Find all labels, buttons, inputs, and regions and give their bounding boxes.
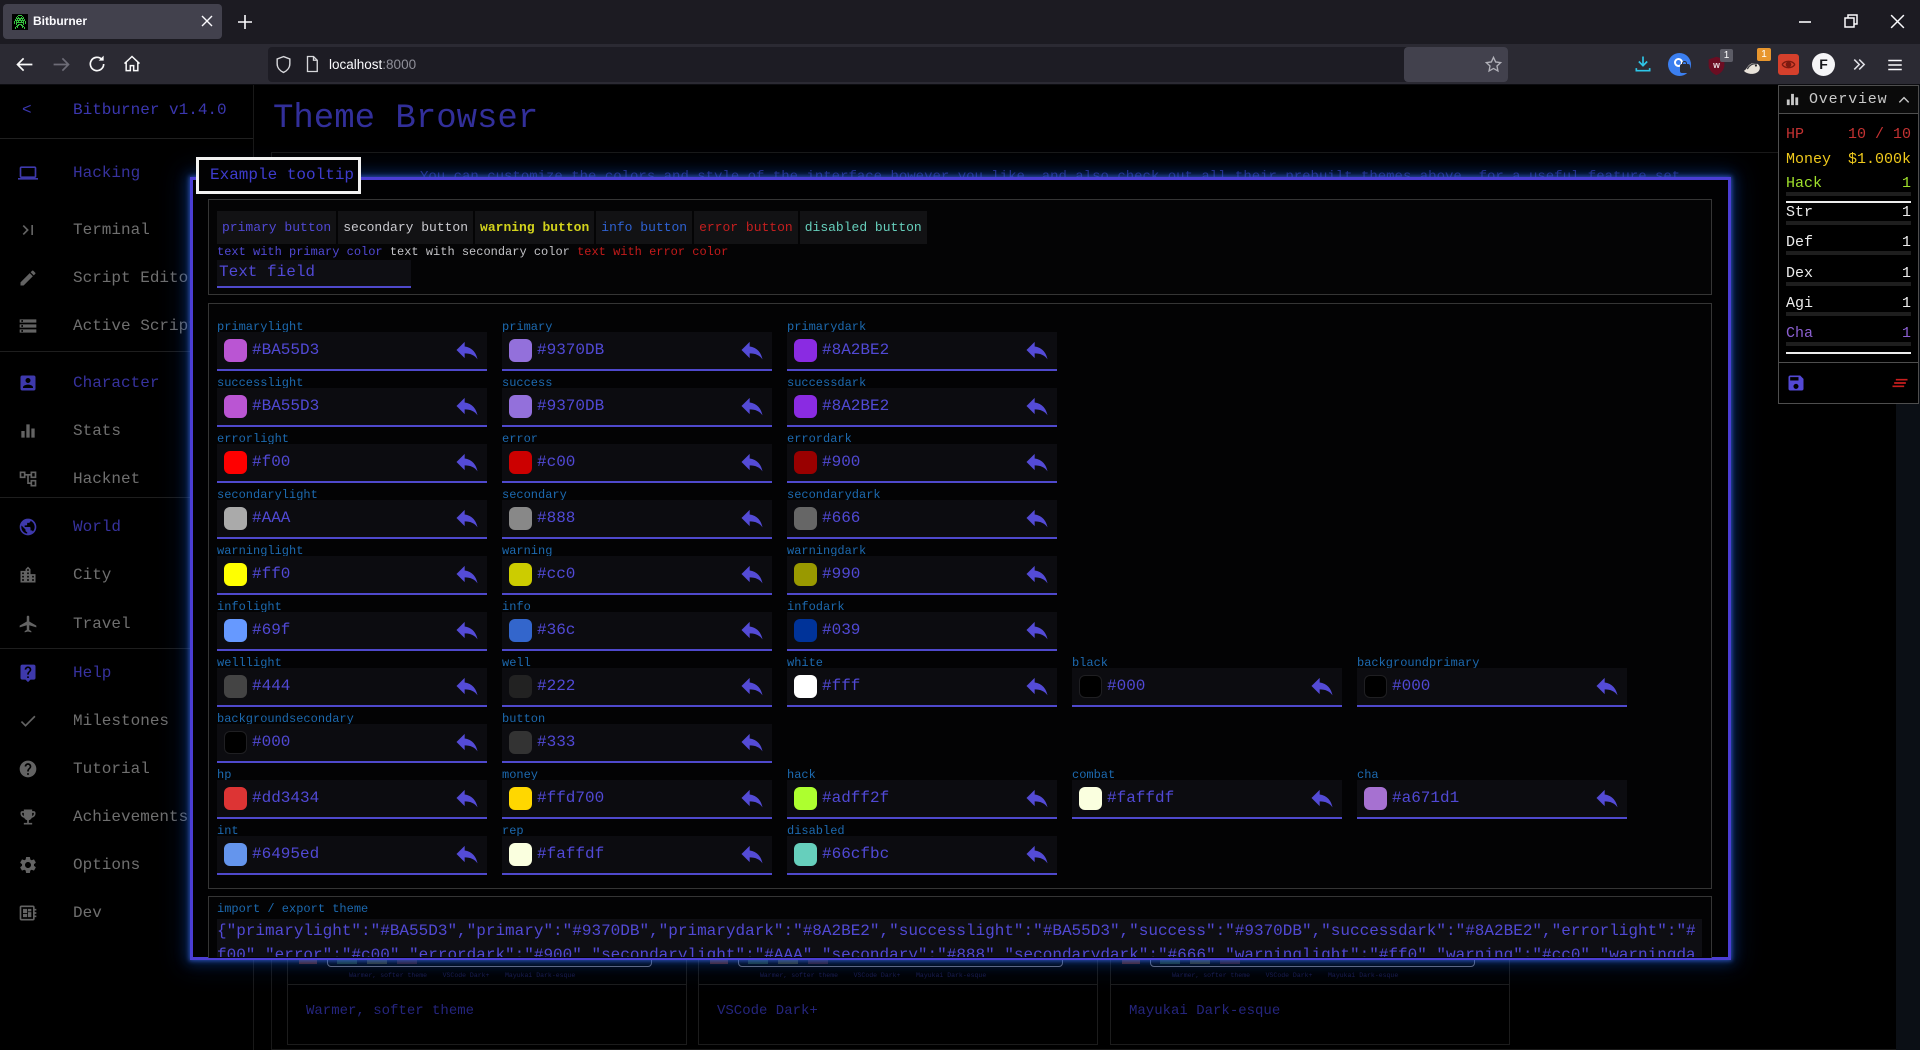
svg-text:w: w	[1712, 60, 1720, 70]
